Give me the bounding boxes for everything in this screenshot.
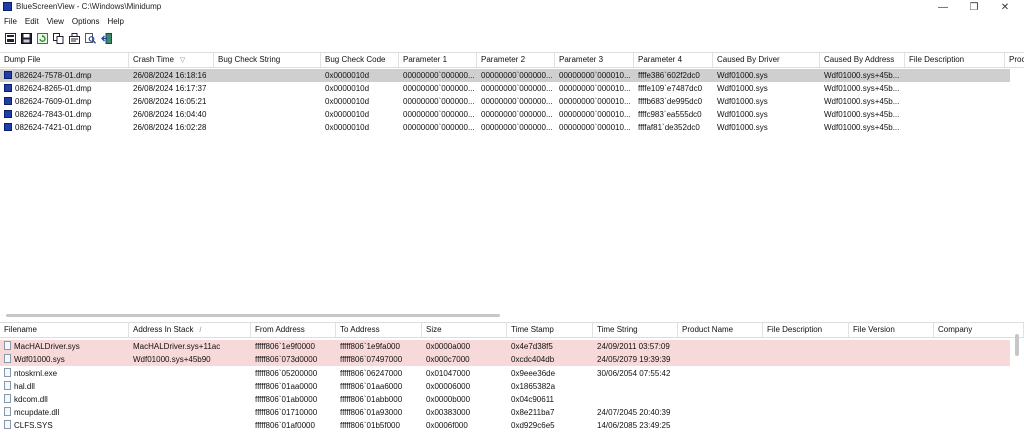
col-file-description[interactable]: File Description: [763, 323, 849, 337]
dump-row[interactable]: 082624-7609-01.dmp 26/08/2024 16:05:21 0…: [0, 95, 1010, 108]
refresh-icon[interactable]: [36, 32, 48, 44]
col-product-name[interactable]: Product Name: [678, 323, 763, 337]
save-icon[interactable]: [4, 32, 16, 44]
col-caused-by-address[interactable]: Caused By Address: [820, 53, 905, 67]
exit-icon[interactable]: [100, 32, 112, 44]
file-icon: [4, 368, 11, 377]
col-bug-check-code[interactable]: Bug Check Code: [321, 53, 399, 67]
col-caused-by-driver[interactable]: Caused By Driver: [713, 53, 820, 67]
file-icon: [4, 354, 11, 363]
sort-indicator-icon: /: [199, 327, 202, 334]
dump-row[interactable]: 082624-7578-01.dmp 26/08/2024 16:18:16 0…: [0, 69, 1010, 82]
col-parameter-1[interactable]: Parameter 1: [399, 53, 477, 67]
dump-file-icon: [4, 71, 12, 79]
file-icon: [4, 394, 11, 403]
title-bar: BlueScreenView - C:\Windows\Minidump — ❐…: [0, 0, 1024, 14]
app-icon: [3, 2, 12, 11]
sort-indicator-icon: ▽: [179, 57, 186, 64]
maximize-button[interactable]: ❐: [959, 0, 989, 14]
module-row[interactable]: mcupdate.dll fffff806`01710000 fffff806`…: [0, 406, 1010, 419]
horizontal-scrollbar-thumb[interactable]: [6, 314, 500, 317]
window-title: BlueScreenView - C:\Windows\Minidump: [16, 2, 162, 11]
dump-file-icon: [4, 84, 12, 92]
col-filename[interactable]: Filename: [0, 323, 129, 337]
dump-file-icon: [4, 123, 12, 131]
menu-view[interactable]: View: [43, 15, 68, 28]
col-company[interactable]: Company: [934, 323, 1024, 337]
col-file-description[interactable]: File Description: [905, 53, 1005, 67]
dump-row[interactable]: 082624-8265-01.dmp 26/08/2024 16:17:37 0…: [0, 82, 1010, 95]
dump-file-icon: [4, 110, 12, 118]
col-to-address[interactable]: To Address: [336, 323, 422, 337]
menu-bar: File Edit View Options Help: [0, 15, 128, 28]
col-size[interactable]: Size: [422, 323, 507, 337]
find-icon[interactable]: [84, 32, 96, 44]
dump-file-icon: [4, 97, 12, 105]
menu-edit[interactable]: Edit: [21, 15, 43, 28]
vertical-scrollbar-thumb[interactable]: [1015, 334, 1019, 356]
floppy-icon[interactable]: [20, 32, 32, 44]
dump-list-header: Dump File Crash Time ▽ Bug Check String B…: [0, 52, 1024, 68]
menu-file[interactable]: File: [0, 15, 21, 28]
file-icon: [4, 341, 11, 350]
copy-icon[interactable]: [52, 32, 64, 44]
close-button[interactable]: ✕: [990, 0, 1020, 14]
minimize-button[interactable]: —: [928, 0, 958, 14]
dump-row[interactable]: 082624-7421-01.dmp 26/08/2024 16:02:28 0…: [0, 121, 1010, 134]
menu-options[interactable]: Options: [68, 15, 104, 28]
toolbar: [0, 29, 116, 47]
file-icon: [4, 420, 11, 429]
col-bug-check-string[interactable]: Bug Check String: [214, 53, 321, 67]
col-dump-file[interactable]: Dump File: [0, 53, 129, 67]
col-address-in-stack[interactable]: Address In Stack /: [129, 323, 251, 337]
col-time-string[interactable]: Time String: [593, 323, 678, 337]
col-processor[interactable]: Proc: [1005, 53, 1024, 67]
module-row[interactable]: hal.dll fffff806`01aa0000 fffff806`01aa6…: [0, 380, 1010, 393]
col-parameter-2[interactable]: Parameter 2: [477, 53, 555, 67]
col-time-stamp[interactable]: Time Stamp: [507, 323, 593, 337]
module-row[interactable]: Wdf01000.sys Wdf01000.sys+45b90 fffff806…: [0, 353, 1010, 366]
file-icon: [4, 407, 11, 416]
dump-row[interactable]: 082624-7843-01.dmp 26/08/2024 16:04:40 0…: [0, 108, 1010, 121]
module-row[interactable]: ntoskrnl.exe fffff806`05200000 fffff806`…: [0, 367, 1010, 380]
module-row[interactable]: kdcom.dll fffff806`01ab0000 fffff806`01a…: [0, 393, 1010, 406]
menu-help[interactable]: Help: [103, 15, 127, 28]
module-row[interactable]: CLFS.SYS fffff806`01af0000 fffff806`01b5…: [0, 419, 1010, 432]
col-parameter-3[interactable]: Parameter 3: [555, 53, 634, 67]
properties-icon[interactable]: [68, 32, 80, 44]
col-from-address[interactable]: From Address: [251, 323, 336, 337]
modules-list-header: Filename Address In Stack / From Address …: [0, 322, 1024, 338]
col-crash-time[interactable]: Crash Time ▽: [129, 53, 214, 67]
module-row[interactable]: MacHALDriver.sys MacHALDriver.sys+11ac f…: [0, 340, 1010, 353]
file-icon: [4, 381, 11, 390]
col-parameter-4[interactable]: Parameter 4: [634, 53, 713, 67]
col-file-version[interactable]: File Version: [849, 323, 934, 337]
